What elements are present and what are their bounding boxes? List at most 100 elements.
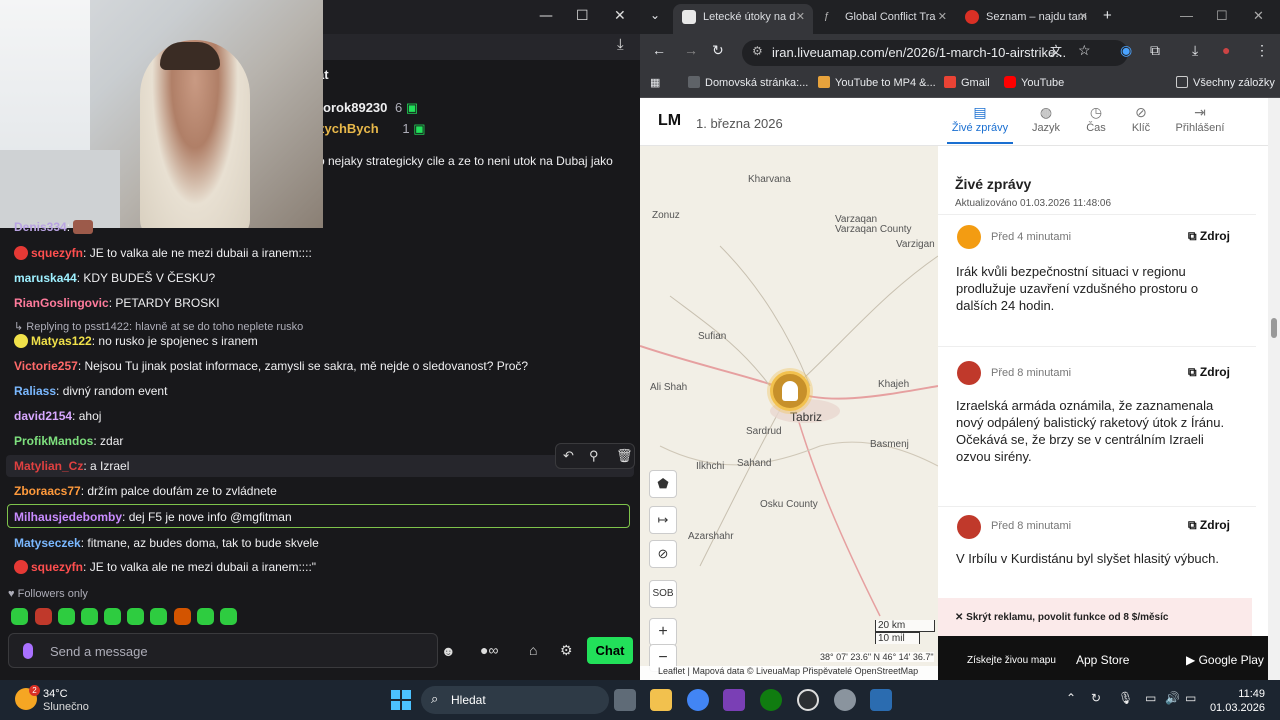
chat-username[interactable]: squezyfn: [31, 246, 83, 260]
profile-avatar-icon[interactable]: ●: [1222, 42, 1230, 58]
maximize-icon[interactable]: ☐: [1216, 8, 1228, 24]
tab-list-icon[interactable]: ⌄: [650, 8, 660, 22]
emote-icon[interactable]: [150, 608, 167, 625]
emote-icon[interactable]: [220, 608, 237, 625]
weather-description[interactable]: Slunečno: [43, 701, 89, 713]
chat-username[interactable]: maruska44: [14, 271, 77, 285]
news-item[interactable]: Před 8 minutami ⧉ Zdroj V Irbílu v Kurdi…: [938, 506, 1256, 606]
chat-username[interactable]: squezyfn: [31, 560, 83, 574]
zoom-in-button[interactable]: +: [649, 618, 677, 646]
chat-message[interactable]: Milhausjedebomby: dej F5 je nove info @m…: [14, 510, 292, 524]
emote-icon[interactable]: [197, 608, 214, 625]
minimize-icon[interactable]: —: [1180, 8, 1193, 23]
source-link[interactable]: ⧉ Zdroj: [1188, 229, 1230, 244]
translate-icon[interactable]: 文: [1050, 42, 1062, 59]
chat-username[interactable]: david2154: [14, 409, 72, 423]
chat-username[interactable]: RianGoslingovic: [14, 296, 109, 310]
clock-time[interactable]: 11:49: [1221, 688, 1265, 700]
settings-icon[interactable]: [834, 689, 856, 711]
missile-marker-icon[interactable]: [770, 371, 810, 411]
downloads-icon[interactable]: ⤓: [1192, 42, 1198, 59]
chat-message[interactable]: maruska44: KDY BUDEŠ V ČESKU?: [14, 271, 215, 285]
tab-close-icon[interactable]: ✕: [1079, 4, 1088, 30]
source-link[interactable]: ⧉ Zdroj: [1188, 365, 1230, 380]
microphone-icon[interactable]: 🎙: [1118, 691, 1133, 705]
close-icon[interactable]: ✕: [1253, 8, 1264, 24]
news-item[interactable]: Před 4 minutami ⧉ Zdroj Irák kvůli bezpe…: [938, 214, 1256, 346]
emote-icon[interactable]: [35, 608, 52, 625]
bookmark-item[interactable]: Domovská stránka:...: [688, 76, 808, 89]
chat-username[interactable]: ProfikMandos: [14, 434, 93, 448]
clock-date[interactable]: 01.03.2026: [1206, 702, 1265, 714]
pinned-user-row[interactable]: zychBych 1 ▣: [318, 121, 425, 137]
all-bookmarks[interactable]: Všechny záložky: [1176, 76, 1275, 89]
site-logo[interactable]: LM: [658, 112, 681, 130]
volume-icon[interactable]: 🔊: [1165, 691, 1180, 705]
chat-message[interactable]: Victorie257: Nejsou Tu jinak poslat info…: [14, 359, 528, 373]
back-icon[interactable]: ←: [652, 42, 666, 58]
xbox-icon[interactable]: [760, 689, 782, 711]
chat-message[interactable]: squezyfn: JE to valka ale ne mezi dubaii…: [14, 560, 316, 574]
reply-icon[interactable]: ↶: [563, 448, 574, 464]
extensions-puzzle-icon[interactable]: ⧉: [1150, 42, 1160, 59]
weather-temperature[interactable]: 34°C: [43, 688, 68, 700]
bookmark-item[interactable]: Gmail: [944, 76, 990, 89]
store-icon[interactable]: ⌂: [529, 642, 537, 658]
chat-message[interactable]: Raliass: divný random event: [14, 384, 167, 398]
emoji-icon[interactable]: ☻: [441, 643, 456, 659]
chat-username[interactable]: Raliass: [14, 384, 56, 398]
chat-message[interactable]: david2154: ahoj: [14, 409, 101, 423]
draw-polygon-icon[interactable]: ⬟: [649, 470, 677, 498]
address-bar[interactable]: ⚙ iran.liveuamap.com/en/2026/1-march-10-…: [742, 40, 1128, 66]
nav-login[interactable]: ⇥ Přihlášení: [1167, 104, 1233, 134]
chat-username[interactable]: Victorie257: [14, 359, 78, 373]
chat-username[interactable]: Denis334: [14, 220, 67, 234]
site-info-icon[interactable]: ⚙: [752, 44, 763, 58]
sync-icon[interactable]: ↻: [1091, 691, 1101, 705]
chrome-icon[interactable]: [687, 689, 709, 711]
emote-icon[interactable]: [58, 608, 75, 625]
map-attribution[interactable]: Leaflet | Mapová data © LiveuaMap Přispě…: [640, 666, 938, 680]
network-icon[interactable]: ▭: [1145, 691, 1156, 705]
chat-message[interactable]: Denis334:: [14, 220, 96, 234]
chat-input[interactable]: Send a message ☻: [8, 633, 456, 668]
app-icon[interactable]: [723, 689, 745, 711]
chat-message[interactable]: RianGoslingovic: PETARDY BROSKI: [14, 296, 220, 310]
obs-icon[interactable]: [797, 689, 819, 711]
chat-username[interactable]: Zboraacs77: [14, 484, 81, 498]
tray-chevron-icon[interactable]: ⌃: [1066, 691, 1076, 705]
browser-tab[interactable]: ƒ Global Conflict Tra ✕: [815, 4, 955, 34]
google-play-button[interactable]: ▶ Google Play: [1182, 648, 1264, 672]
hide-layer-icon[interactable]: ⊘: [649, 540, 677, 568]
browser-tab[interactable]: Seznam – najdu tam ✕: [956, 4, 1096, 34]
chat-username[interactable]: Milhausjedebomby: [14, 510, 122, 524]
scrollbar-thumb[interactable]: [1271, 318, 1277, 338]
emote-icon[interactable]: [127, 608, 144, 625]
close-icon[interactable]: ✕: [614, 8, 626, 24]
chat-username[interactable]: Matyseczek: [14, 536, 81, 550]
emote-icon[interactable]: [104, 608, 121, 625]
app-store-button[interactable]: App Store: [1072, 648, 1129, 672]
file-explorer-icon[interactable]: [650, 689, 672, 711]
emote-icon[interactable]: [174, 608, 191, 625]
emote-icon[interactable]: [81, 608, 98, 625]
forward-icon[interactable]: →: [684, 42, 698, 58]
news-item[interactable]: Před 8 minutami ⧉ Zdroj Izraelská armáda…: [938, 346, 1256, 506]
menu-icon[interactable]: ⋮: [1255, 42, 1269, 59]
new-tab-icon[interactable]: +: [1103, 7, 1112, 24]
task-view-icon[interactable]: [614, 689, 636, 711]
apps-grid-icon[interactable]: ▦: [650, 76, 660, 89]
chat-message[interactable]: Matylian_Cz: a Izrael: [14, 459, 129, 473]
bookmark-item[interactable]: YouTube to MP4 &...: [818, 76, 936, 89]
sob-button[interactable]: SOB: [649, 580, 677, 608]
delete-icon[interactable]: 🗑: [616, 448, 633, 464]
pin-icon[interactable]: ⚲: [589, 448, 599, 464]
maximize-icon[interactable]: ☐: [576, 8, 589, 24]
settings-icon[interactable]: ⚙: [560, 642, 573, 659]
chat-message[interactable]: ProfikMandos: zdar: [14, 434, 123, 448]
microphone-icon[interactable]: [23, 643, 33, 659]
chat-message[interactable]: squezyfn: JE to valka ale ne mezi dubaii…: [14, 246, 312, 260]
chat-message[interactable]: Matyas122: no rusko je spojenec s iranem: [14, 334, 258, 348]
bits-icon[interactable]: ●∞: [480, 642, 498, 658]
tab-close-icon[interactable]: ✕: [938, 4, 947, 30]
